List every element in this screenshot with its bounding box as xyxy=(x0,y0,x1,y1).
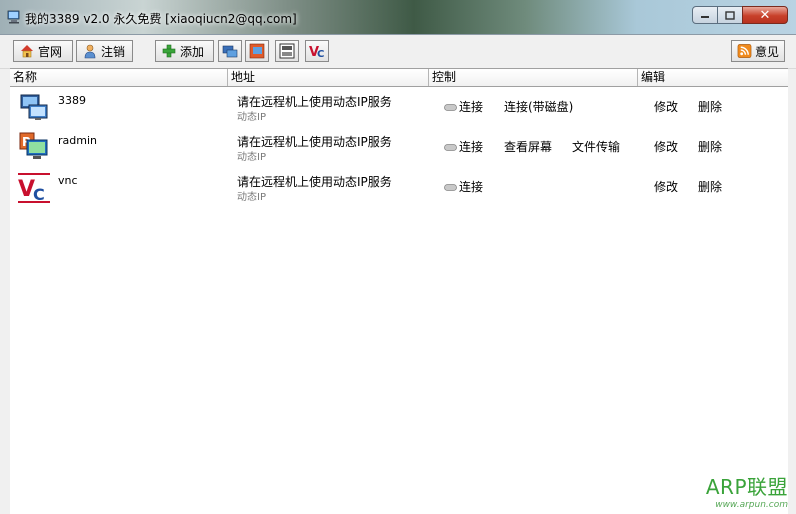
connect-label: 连接 xyxy=(459,180,484,194)
delete-link[interactable]: 删除 xyxy=(698,138,722,155)
feedback-button[interactable]: 意见 xyxy=(731,40,785,62)
minimize-button[interactable] xyxy=(692,6,718,24)
column-edit-label: 编辑 xyxy=(641,70,666,84)
add-button[interactable]: 添加 xyxy=(155,40,214,62)
window-frame-right xyxy=(788,35,796,514)
item-name: vnc xyxy=(58,174,78,187)
list-item[interactable]: R radmin 请在远程机上使用动态IP服务 动态IP 连接 查看屏幕 文件传… xyxy=(10,128,788,168)
add-label: 添加 xyxy=(180,44,205,59)
item-name: radmin xyxy=(58,134,97,147)
connect-link[interactable]: 连接 xyxy=(444,138,483,155)
remote-desktop-icon xyxy=(20,94,48,120)
modify-link[interactable]: 修改 xyxy=(654,178,678,195)
computer-icon xyxy=(7,10,20,24)
vnc-icon: V C xyxy=(18,173,50,203)
file-transfer-link[interactable]: 文件传输 xyxy=(572,138,620,155)
user-icon xyxy=(84,44,96,59)
home-label: 官网 xyxy=(38,44,63,59)
item-address-type: 动态IP xyxy=(237,112,266,123)
rss-icon xyxy=(737,44,752,58)
remote-desktop-button[interactable] xyxy=(218,40,242,62)
vnc-viewer-button[interactable] xyxy=(275,40,299,62)
vnc-icon: V C xyxy=(309,45,324,59)
view-screen-link[interactable]: 查看屏幕 xyxy=(504,138,552,155)
radmin-button[interactable] xyxy=(245,40,269,62)
window-controls: ✕ xyxy=(692,6,788,24)
svg-text:C: C xyxy=(33,185,45,203)
watermark-brand: ARP联盟 xyxy=(705,475,788,499)
toolbar: 官网 注销 添加 V C 意见 xyxy=(0,35,796,69)
window-frame-left xyxy=(0,35,10,514)
logout-button[interactable]: 注销 xyxy=(76,40,133,62)
logout-label: 注销 xyxy=(101,44,126,59)
item-name: 3389 xyxy=(58,94,86,107)
close-icon: ✕ xyxy=(759,7,771,23)
maximize-button[interactable] xyxy=(717,6,743,24)
item-address-type: 动态IP xyxy=(237,152,266,163)
column-address-label: 地址 xyxy=(231,70,256,84)
column-header-name[interactable]: 名称 xyxy=(10,69,227,86)
column-name-label: 名称 xyxy=(13,70,38,84)
maximize-icon xyxy=(725,10,735,20)
connect-link[interactable]: 连接 xyxy=(444,98,483,115)
watermark-url: www.arpun.com xyxy=(715,500,788,510)
delete-link[interactable]: 删除 xyxy=(698,178,722,195)
modify-link[interactable]: 修改 xyxy=(654,98,678,115)
connect-label: 连接 xyxy=(459,100,484,114)
link-icon xyxy=(444,104,457,111)
close-button[interactable]: ✕ xyxy=(742,6,788,24)
plus-icon xyxy=(162,44,176,58)
column-header-control[interactable]: 控制 xyxy=(429,69,637,86)
column-header-edit[interactable]: 编辑 xyxy=(638,69,788,86)
vnc-viewer-icon xyxy=(279,43,295,59)
list-item[interactable]: V C vnc 请在远程机上使用动态IP服务 动态IP 连接 修改 删除 xyxy=(10,168,788,208)
link-icon xyxy=(444,144,457,151)
column-control-label: 控制 xyxy=(432,70,457,84)
remote-desktop-icon xyxy=(222,45,238,58)
delete-link[interactable]: 删除 xyxy=(698,98,722,115)
home-button[interactable]: 官网 xyxy=(13,40,73,62)
vnc-button[interactable]: V C xyxy=(305,40,329,62)
list-header: 名称 地址 控制 编辑 xyxy=(10,68,788,87)
connect-with-disk-link[interactable]: 连接(带磁盘) xyxy=(504,98,573,115)
home-icon xyxy=(21,45,33,58)
connect-label: 连接 xyxy=(459,140,484,154)
window-title: 我的3389 v2.0 永久免费 [xiaoqiucn2@qq.com] xyxy=(25,12,297,26)
radmin-icon xyxy=(249,43,265,59)
connect-link[interactable]: 连接 xyxy=(444,178,483,195)
svg-text:C: C xyxy=(317,49,324,59)
minimize-icon xyxy=(701,16,709,18)
column-header-address[interactable]: 地址 xyxy=(228,69,428,86)
radmin-icon: R xyxy=(19,132,48,159)
modify-link[interactable]: 修改 xyxy=(654,138,678,155)
list-item[interactable]: 3389 请在远程机上使用动态IP服务 动态IP 连接 连接(带磁盘) 修改 删… xyxy=(10,88,788,128)
feedback-label: 意见 xyxy=(754,44,779,59)
watermark: ARP联盟 www.arpun.com xyxy=(706,471,788,510)
link-icon xyxy=(444,184,457,191)
title-bar: 我的3389 v2.0 永久免费 [xiaoqiucn2@qq.com] ✕ xyxy=(0,0,796,35)
item-address-type: 动态IP xyxy=(237,192,266,203)
